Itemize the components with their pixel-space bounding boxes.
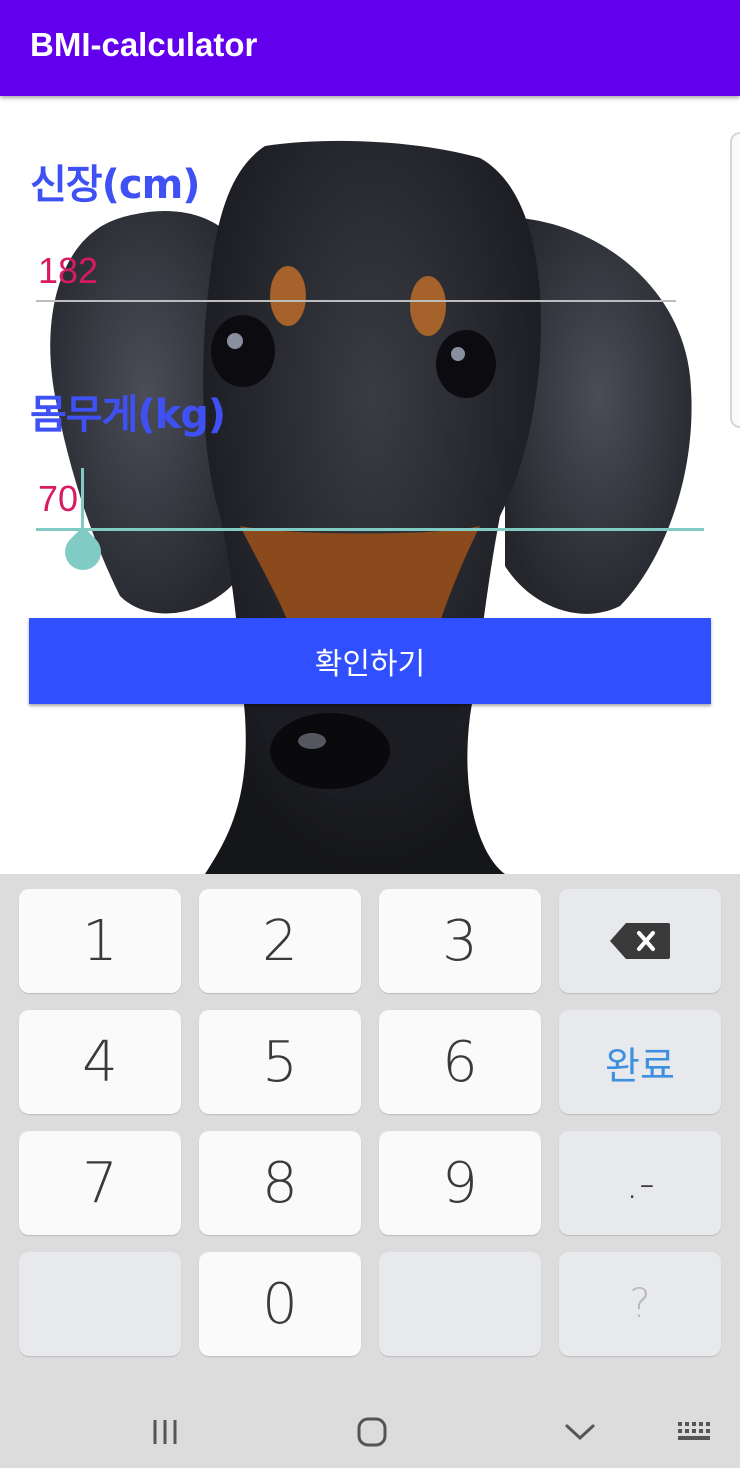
symbol-key[interactable]: .-: [559, 1131, 721, 1235]
scroll-indicator: [730, 132, 740, 428]
recent-apps-button[interactable]: [145, 1414, 185, 1450]
key-3[interactable]: 3: [379, 889, 541, 993]
back-button[interactable]: [560, 1414, 600, 1450]
key-8[interactable]: 8: [199, 1131, 361, 1235]
weight-input[interactable]: [38, 476, 668, 522]
backspace-key[interactable]: [559, 889, 721, 993]
empty-key-left: [19, 1252, 181, 1356]
home-button[interactable]: [352, 1414, 392, 1450]
text-cursor: [81, 468, 84, 530]
key-7[interactable]: 7: [19, 1131, 181, 1235]
key-9[interactable]: 9: [379, 1131, 541, 1235]
app-title: BMI-calculator: [30, 26, 258, 63]
confirm-button[interactable]: 확인하기: [29, 618, 711, 704]
keyboard-switch-icon: [678, 1422, 710, 1440]
keyboard-switch-button[interactable]: [674, 1414, 714, 1450]
height-label: 신장(cm): [30, 162, 201, 208]
back-icon: [565, 1424, 595, 1441]
key-5[interactable]: 5: [199, 1010, 361, 1114]
key-4[interactable]: 4: [19, 1010, 181, 1114]
done-key[interactable]: 완료: [559, 1010, 721, 1114]
navigation-bar: [0, 1396, 740, 1468]
empty-key-middle: [379, 1252, 541, 1356]
key-1[interactable]: 1: [19, 889, 181, 993]
height-input[interactable]: [38, 248, 668, 294]
key-2[interactable]: 2: [199, 889, 361, 993]
key-6[interactable]: 6: [379, 1010, 541, 1114]
home-icon: [357, 1417, 387, 1447]
recent-apps-icon: [153, 1420, 177, 1444]
height-input-underline: [36, 300, 676, 302]
numeric-keyboard: 1 2 3 4 5 6 완료 7 8 9 .- 0 ?: [0, 874, 740, 1396]
question-key[interactable]: ?: [559, 1252, 721, 1356]
backspace-icon: [610, 923, 670, 959]
app-bar: BMI-calculator: [0, 0, 740, 96]
weight-input-underline: [36, 528, 704, 531]
weight-label: 몸무게(kg): [30, 392, 226, 438]
main-content: 신장(cm) 몸무게(kg) 확인하기: [0, 96, 740, 874]
key-0[interactable]: 0: [199, 1252, 361, 1356]
